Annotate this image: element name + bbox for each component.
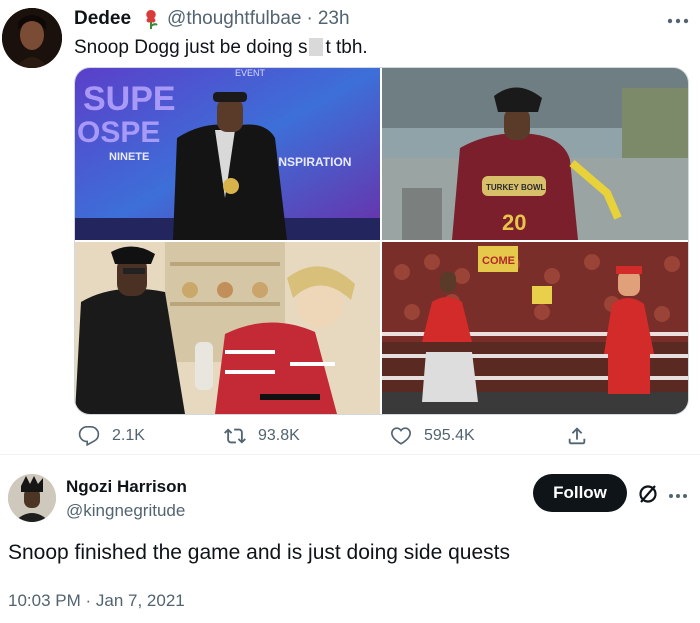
quoted-tweet-actions: 2.1K 93.8K 595.4K bbox=[74, 425, 614, 451]
censor-box bbox=[309, 38, 324, 56]
like-action[interactable]: 595.4K bbox=[390, 425, 475, 447]
media-image-4[interactable]: COME bbox=[382, 242, 688, 414]
quoted-text-part-1: Snoop Dogg just be doing s bbox=[74, 37, 308, 58]
media-image-3[interactable] bbox=[75, 242, 380, 414]
sign-ninete: NINETE bbox=[109, 151, 149, 163]
share-icon bbox=[568, 427, 586, 445]
media-image-2[interactable]: TURKEY BOWL 20 bbox=[382, 68, 688, 240]
reply-icon bbox=[78, 426, 100, 447]
quoted-tweet-time[interactable]: 23h bbox=[318, 8, 350, 30]
author-name[interactable]: Ngozi Harrison bbox=[66, 477, 187, 497]
media-grid: EVENT SUPE OSPE NINETE INSPIRATION TURKE… bbox=[74, 67, 689, 415]
quoted-author-avatar[interactable] bbox=[2, 8, 62, 68]
author-handle[interactable]: @kingnegritude bbox=[66, 501, 185, 521]
media-image-1[interactable]: EVENT SUPE OSPE NINETE INSPIRATION bbox=[75, 68, 380, 240]
divider bbox=[0, 454, 700, 455]
quoted-tweet-text: Snoop Dogg just be doing s t tbh. bbox=[74, 37, 368, 59]
heart-icon bbox=[391, 427, 411, 445]
reply-count: 2.1K bbox=[112, 427, 145, 444]
sign-ospe: OSPE bbox=[77, 116, 160, 149]
quoted-text-part-2: t tbh. bbox=[325, 37, 368, 58]
retweet-count: 93.8K bbox=[258, 427, 300, 444]
retweet-icon bbox=[224, 428, 246, 444]
quoted-author-name[interactable]: Dedee bbox=[74, 8, 131, 30]
sign-event: EVENT bbox=[235, 68, 266, 78]
crowd-sign-text: COME bbox=[482, 255, 515, 267]
sign-supe: SUPE bbox=[83, 80, 176, 118]
reply-action[interactable]: 2.1K bbox=[78, 425, 145, 447]
sign-inspiration: INSPIRATION bbox=[275, 155, 351, 169]
rose-emoji-icon bbox=[141, 8, 161, 30]
jersey-number: 20 bbox=[502, 210, 526, 235]
author-avatar[interactable] bbox=[8, 474, 56, 522]
tweet-text: Snoop finished the game and is just doin… bbox=[8, 541, 511, 564]
tweet-timestamp[interactable]: 10:03 PM · Jan 7, 2021 bbox=[8, 591, 185, 611]
quoted-author-handle[interactable]: @thoughtfulbae bbox=[167, 8, 301, 30]
like-count: 595.4K bbox=[424, 427, 475, 444]
grok-icon[interactable] bbox=[637, 483, 659, 505]
more-options-icon[interactable] bbox=[668, 486, 688, 504]
jersey-sign-text: TURKEY BOWL bbox=[486, 183, 546, 192]
quoted-tweet-header: Dedee @thoughtfulbae · 23h bbox=[74, 8, 350, 30]
follow-button[interactable]: Follow bbox=[533, 474, 627, 512]
share-action[interactable] bbox=[566, 425, 600, 447]
retweet-action[interactable]: 93.8K bbox=[224, 425, 300, 447]
ellipsis-icon[interactable] bbox=[667, 12, 689, 30]
separator-dot: · bbox=[306, 8, 313, 29]
